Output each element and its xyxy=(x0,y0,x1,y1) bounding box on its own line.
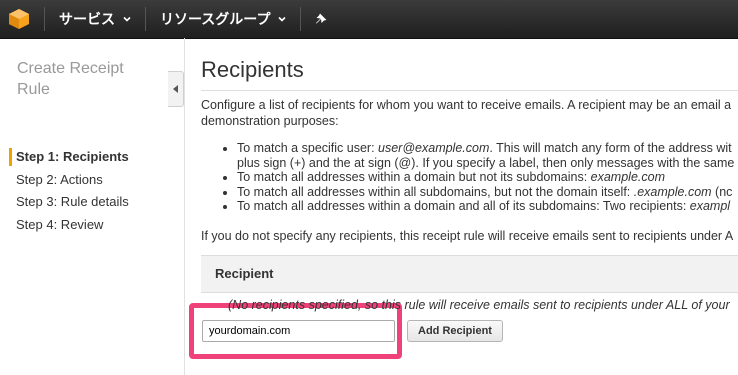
collapse-sidebar-button[interactable] xyxy=(168,71,184,107)
bullet-example: .example.com xyxy=(633,184,712,199)
chevron-left-icon xyxy=(172,85,178,93)
intro-line: demonstration purposes: xyxy=(201,114,339,128)
nav-divider xyxy=(300,7,302,31)
pin-button[interactable] xyxy=(307,0,335,38)
list-item: To match all addresses within a domain b… xyxy=(237,170,738,185)
bullet-example: user@example.com xyxy=(378,141,490,155)
step-recipients[interactable]: Step 1: Recipients xyxy=(0,146,168,169)
recipient-input[interactable] xyxy=(202,320,395,342)
empty-recipients-message: (No recipients specified, so this rule w… xyxy=(228,298,730,312)
list-item: plus sign (+) and the at sign (@). If yo… xyxy=(237,156,738,171)
no-recipient-note: If you do not specify any recipients, th… xyxy=(201,229,734,243)
step-review[interactable]: Step 4: Review xyxy=(0,214,168,237)
add-recipient-button[interactable]: Add Recipient xyxy=(407,320,503,342)
services-label: サービス xyxy=(59,11,115,27)
list-item: To match a specific user: user@example.c… xyxy=(237,141,738,156)
step-rule-details[interactable]: Step 3: Rule details xyxy=(0,191,168,214)
bullet-text: (nc xyxy=(711,184,733,199)
title-divider xyxy=(201,90,738,91)
chevron-down-icon xyxy=(123,16,131,22)
bullet-example: exampl xyxy=(689,199,731,213)
recipient-rules-list: To match a specific user: user@example.c… xyxy=(201,141,738,214)
nav-divider xyxy=(44,7,45,31)
bullet-text: . This will match any form of the addres… xyxy=(489,141,732,155)
top-nav-bar: サービス リソースグループ xyxy=(0,0,738,39)
page-title: Recipients xyxy=(201,57,304,82)
list-item: To match all addresses within a domain a… xyxy=(237,199,738,214)
services-menu[interactable]: サービス xyxy=(51,0,139,38)
bullet-text: To match all addresses within all subdom… xyxy=(237,184,634,199)
bullet-text: To match a specific user: xyxy=(237,141,379,155)
bullet-text: plus sign (+) and the at sign (@). If yo… xyxy=(237,155,735,170)
recipient-table-header: Recipient xyxy=(201,255,738,293)
resource-groups-menu[interactable]: リソースグループ xyxy=(152,0,294,38)
intro-line: Configure a list of recipients for whom … xyxy=(201,98,732,112)
cube-logo-icon xyxy=(9,9,29,29)
wizard-steps: Step 1: Recipients Step 2: Actions Step … xyxy=(0,146,168,236)
nav-divider xyxy=(145,7,146,31)
bullet-text: To match all addresses within a domain a… xyxy=(237,199,690,213)
bullet-text: To match all addresses within a domain b… xyxy=(237,170,591,184)
chevron-down-icon xyxy=(278,16,287,22)
step-actions[interactable]: Step 2: Actions xyxy=(0,169,168,192)
sidebar-divider xyxy=(184,38,185,375)
wizard-title: Create Receipt Rule xyxy=(17,60,124,98)
list-item: To match all addresses within all subdom… xyxy=(237,185,738,200)
bullet-example: example.com xyxy=(590,170,665,184)
column-header-recipient: Recipient xyxy=(215,266,274,281)
resource-groups-label: リソースグループ xyxy=(160,11,271,27)
intro-text: Configure a list of recipients for whom … xyxy=(201,97,738,129)
pin-icon xyxy=(316,13,327,24)
wizard-sidebar: Create Receipt Rule Step 1: Recipients S… xyxy=(0,39,168,375)
aws-logo[interactable] xyxy=(0,0,38,38)
